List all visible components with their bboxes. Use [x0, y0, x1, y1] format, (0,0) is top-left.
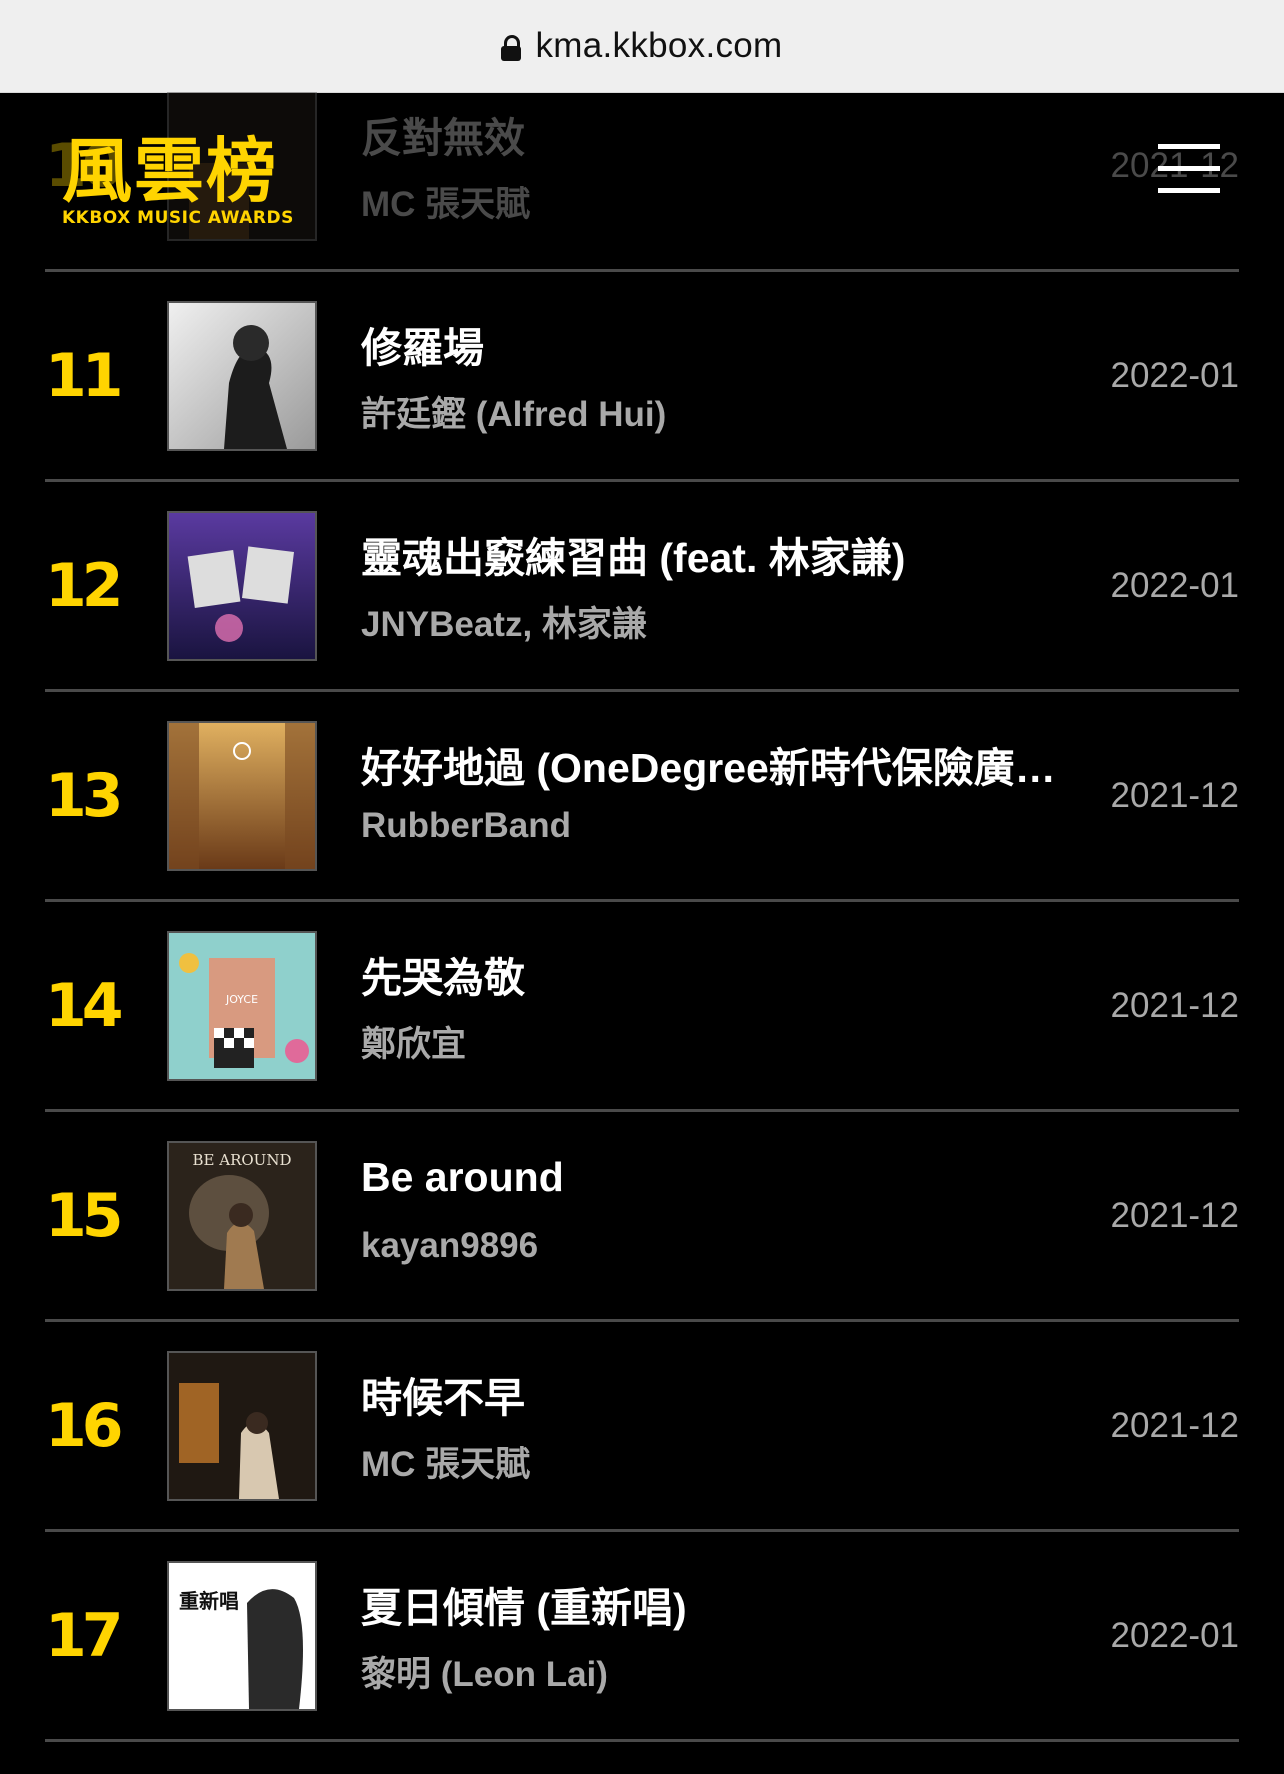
album-cover-art — [169, 1352, 315, 1499]
album-cover[interactable]: JOYCE — [167, 930, 317, 1081]
cover-text: BE AROUND — [193, 1151, 292, 1169]
logo-title: 風雲榜 — [62, 130, 278, 212]
album-cover[interactable] — [167, 1350, 317, 1501]
release-date: 2022-01 — [1110, 565, 1239, 605]
chart-row[interactable]: 17 重新唱 夏日傾情 (重新唱) 黎明 (Leon Lai) 2022-01 — [45, 1532, 1239, 1742]
album-cover-art: BE AROUND — [169, 1142, 315, 1289]
rank-number: 15 — [45, 1180, 123, 1251]
release-date: 2021-12 — [1110, 1405, 1239, 1445]
release-date: 2021-12 — [1110, 1195, 1239, 1235]
rank-number: 17 — [45, 1600, 123, 1671]
chart-list: 10 反對無效 MC 張天賦 2021-12 11 修羅場 許廷鏗 (Alfre… — [0, 92, 1284, 1774]
release-date: 2021-12 — [1110, 775, 1239, 815]
song-title[interactable]: 時候不早 — [361, 1364, 1081, 1424]
rank-number: 13 — [45, 760, 123, 831]
artist-name[interactable]: RubberBand — [361, 806, 1081, 846]
release-date: 2022-01 — [1110, 355, 1239, 395]
rank-number: 11 — [45, 340, 123, 411]
hamburger-menu-icon[interactable] — [1158, 144, 1220, 194]
url-text[interactable]: kma.kkbox.com — [535, 26, 782, 66]
artist-name[interactable]: 鄭欣宜 — [361, 1016, 1081, 1067]
artist-name[interactable]: MC 張天賦 — [361, 176, 1081, 227]
chart-row[interactable]: 13 好好地過 (OneDegree新時代保險廣告歌) RubberBand 2… — [45, 692, 1239, 902]
album-cover[interactable]: 重新唱 — [167, 1560, 317, 1711]
song-title[interactable]: Be around — [361, 1154, 1081, 1201]
cover-text: JOYCE — [225, 993, 258, 1006]
album-cover-art — [169, 722, 315, 869]
release-date: 2021-12 — [1110, 985, 1239, 1025]
song-title[interactable]: 夏日傾情 (重新唱) — [361, 1574, 1081, 1634]
cover-text: 重新唱 — [179, 1589, 239, 1613]
logo-subtitle: KKBOX MUSIC AWARDS — [62, 208, 294, 228]
chart-row[interactable]: 14 JOYCE 先哭為敬 鄭欣宜 2021-12 — [45, 902, 1239, 1112]
song-title[interactable]: 靈魂出竅練習曲 (feat. 林家謙) — [361, 524, 1081, 584]
song-title[interactable]: 好好地過 (OneDegree新時代保險廣告歌) — [361, 734, 1081, 794]
lock-icon — [501, 35, 522, 61]
song-title[interactable]: 修羅場 — [361, 314, 1081, 374]
album-cover[interactable] — [167, 510, 317, 661]
kkbox-music-awards-logo[interactable]: 風雲榜 KKBOX MUSIC AWARDS — [62, 132, 312, 232]
album-cover-art: JOYCE — [169, 932, 315, 1079]
album-cover-art — [169, 512, 315, 659]
album-cover-art — [169, 302, 315, 449]
album-cover-art: 重新唱 — [169, 1562, 315, 1709]
artist-name[interactable]: 許廷鏗 (Alfred Hui) — [361, 386, 1081, 437]
song-title[interactable]: 反對無效 — [361, 104, 1081, 164]
chart-row[interactable]: 15 BE AROUND Be around kayan9896 2021-12 — [45, 1112, 1239, 1322]
album-cover[interactable] — [167, 720, 317, 871]
rank-number: 14 — [45, 970, 123, 1041]
browser-url-bar[interactable]: kma.kkbox.com — [0, 0, 1284, 93]
artist-name[interactable]: 黎明 (Leon Lai) — [361, 1646, 1081, 1697]
chart-row[interactable]: 11 修羅場 許廷鏗 (Alfred Hui) 2022-01 — [45, 272, 1239, 482]
release-date: 2022-01 — [1110, 1615, 1239, 1655]
album-cover[interactable] — [167, 300, 317, 451]
chart-row[interactable]: 12 靈魂出竅練習曲 (feat. 林家謙) JNYBeatz, 林家謙 202… — [45, 482, 1239, 692]
song-title[interactable]: 先哭為敬 — [361, 944, 1081, 1004]
rank-number: 16 — [45, 1390, 123, 1461]
artist-name[interactable]: JNYBeatz, 林家謙 — [361, 596, 1081, 647]
artist-name[interactable]: MC 張天賦 — [361, 1436, 1081, 1487]
album-cover[interactable]: BE AROUND — [167, 1140, 317, 1291]
artist-name[interactable]: kayan9896 — [361, 1226, 1081, 1266]
chart-row[interactable]: 16 時候不早 MC 張天賦 2021-12 — [45, 1322, 1239, 1532]
rank-number: 12 — [45, 550, 123, 621]
